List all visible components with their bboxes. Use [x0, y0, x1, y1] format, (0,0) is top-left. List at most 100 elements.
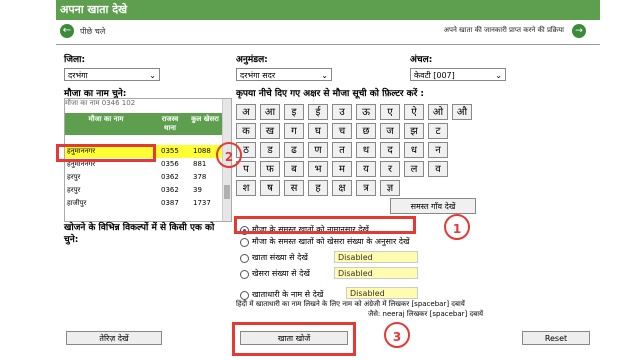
letter-key[interactable]: म — [332, 161, 352, 177]
letter-key[interactable]: च — [332, 123, 352, 139]
option-radio-owner-name[interactable] — [240, 291, 249, 300]
letter-key[interactable]: ख — [260, 123, 280, 139]
right-margin — [600, 0, 640, 360]
letter-key[interactable]: ओ — [428, 104, 448, 120]
back-arrow-icon[interactable]: ← — [60, 24, 74, 38]
column-header-khesra: कुल खेसरा — [191, 115, 219, 123]
mouza-thana: 0355 — [161, 147, 179, 155]
highlight-mouza-row — [56, 144, 156, 162]
back-link[interactable]: पीछे चले — [80, 26, 105, 37]
list-item[interactable]: हाजीपुर 0387 1737 — [65, 197, 223, 210]
hint-example: जैसे: neeraj लिखकर [spacebar] दबायें — [368, 310, 484, 318]
highlight-search-button — [232, 322, 356, 356]
circle-value: केवटी [007] — [414, 71, 455, 80]
mouza-thana: 0362 — [161, 173, 179, 181]
letter-key[interactable]: ब — [284, 161, 304, 177]
letter-key[interactable]: ई — [308, 104, 328, 120]
list-item[interactable]: हरपुर 0362 39 — [65, 184, 223, 197]
letter-key[interactable]: इ — [284, 104, 304, 120]
circle-select[interactable]: केवटी [007] ⌄ — [410, 68, 506, 81]
top-bar: ← पीछे चले अपने खाता की जानकारी प्राप्त … — [56, 20, 600, 44]
letter-key[interactable]: भ — [308, 161, 328, 177]
letter-key[interactable]: ऐ — [404, 104, 424, 120]
option-label: मौजा के समस्त खातों को खेसरा संख्या के अ… — [252, 237, 410, 246]
divider — [56, 44, 600, 45]
mouza-name: हाजीपुर — [67, 199, 87, 207]
letter-key[interactable]: त्र — [356, 180, 376, 196]
district-select[interactable]: दरभंगा ⌄ — [64, 68, 160, 81]
mouza-khesra: 1088 — [193, 147, 211, 155]
letter-key[interactable]: ध — [404, 142, 424, 158]
option-label: खाता संख्या से देखें — [252, 253, 308, 262]
mouza-khesra: 39 — [193, 186, 202, 194]
option-radio-khata-no[interactable] — [240, 254, 249, 263]
option-radio-khesra-no[interactable] — [240, 270, 249, 279]
letter-key[interactable]: औ — [452, 104, 472, 120]
letter-key[interactable]: फ — [260, 161, 280, 177]
letter-key[interactable]: ज — [380, 123, 400, 139]
reset-button[interactable]: Reset — [522, 331, 590, 345]
column-header-name: मौजा का नाम — [88, 115, 124, 123]
subdivision-select[interactable]: दरभंगा सदर ⌄ — [236, 68, 332, 81]
letter-key[interactable]: द — [380, 142, 400, 158]
letter-key[interactable]: ह — [308, 180, 328, 196]
letter-key[interactable]: त — [332, 142, 352, 158]
chevron-down-icon: ⌄ — [495, 71, 502, 80]
letter-key[interactable]: ढ — [284, 142, 304, 158]
option-radio-by-khesra[interactable] — [240, 238, 249, 247]
letter-key[interactable]: व — [428, 161, 448, 177]
letter-key[interactable]: ए — [380, 104, 400, 120]
letter-key[interactable]: र — [380, 161, 400, 177]
view-register-button[interactable]: तेरिज़ देखें — [66, 331, 162, 345]
letter-key[interactable]: प — [236, 161, 256, 177]
letter-key[interactable]: अ — [236, 104, 256, 120]
letter-key[interactable]: ल — [404, 161, 424, 177]
subdivision-value: दरभंगा सदर — [240, 71, 276, 80]
list-item[interactable]: मौजा का नाम 0346 102 — [65, 99, 223, 111]
mouza-khesra: 1737 — [193, 199, 211, 207]
letter-key[interactable]: क — [236, 123, 256, 139]
letter-key[interactable]: य — [356, 161, 376, 177]
letter-key[interactable]: ट — [428, 123, 448, 139]
letter-key[interactable]: आ — [260, 104, 280, 120]
letter-key[interactable]: न — [428, 142, 448, 158]
khata-number-input[interactable]: Disabled — [334, 251, 418, 263]
letter-key[interactable]: ऊ — [356, 104, 376, 120]
letter-key[interactable]: उ — [332, 104, 352, 120]
all-villages-button[interactable]: समस्त गाँव देखें — [390, 198, 476, 214]
callout-2: 2 — [216, 142, 242, 168]
option-label: खेसरा संख्या से देखें — [252, 269, 310, 278]
callout-3: 3 — [384, 322, 410, 348]
district-label: जिला: — [64, 55, 86, 65]
list-item[interactable]: हरपुर 0362 378 — [65, 171, 223, 184]
scrollbar-thumb[interactable] — [224, 185, 230, 199]
circle-label: अंचल: — [410, 55, 433, 65]
letter-key[interactable]: ग — [284, 123, 304, 139]
mouza-name: हरपुर — [67, 186, 81, 194]
letter-key[interactable]: स — [284, 180, 304, 196]
district-value: दरभंगा — [68, 71, 88, 80]
letter-key[interactable]: ज्ञ — [380, 180, 400, 196]
letter-key[interactable]: थ — [356, 142, 376, 158]
khata-panel: अपना खाता देखे ← पीछे चले अपने खाता की ज… — [56, 0, 600, 360]
letter-key[interactable]: छ — [356, 123, 376, 139]
help-link[interactable]: अपने खाता की जानकारी प्राप्त करने की प्र… — [444, 26, 564, 35]
chevron-down-icon: ⌄ — [321, 71, 328, 80]
letter-key[interactable]: झ — [404, 123, 424, 139]
letter-key[interactable]: ड — [260, 142, 280, 158]
hint-text: हिंदी में खाताधारी का नाम लिखने के लिए न… — [236, 300, 465, 308]
search-options-label: खोजने के विभिन्न विकल्पों में से किसी एक… — [64, 223, 215, 245]
mouza-thana: 0356 — [161, 160, 179, 168]
letter-key[interactable]: श — [236, 180, 256, 196]
letter-key[interactable]: ष — [260, 180, 280, 196]
khesra-number-input[interactable]: Disabled — [334, 267, 418, 279]
left-margin — [0, 0, 56, 360]
help-arrow-icon[interactable]: → — [572, 24, 586, 38]
owner-name-input[interactable]: Disabled — [346, 287, 418, 299]
letter-key[interactable]: घ — [308, 123, 328, 139]
letter-key[interactable]: क्ष — [332, 180, 352, 196]
mouza-khesra: 378 — [193, 173, 207, 181]
mouza-khesra: 881 — [193, 160, 207, 168]
chevron-down-icon: ⌄ — [149, 71, 156, 80]
letter-key[interactable]: ण — [308, 142, 328, 158]
